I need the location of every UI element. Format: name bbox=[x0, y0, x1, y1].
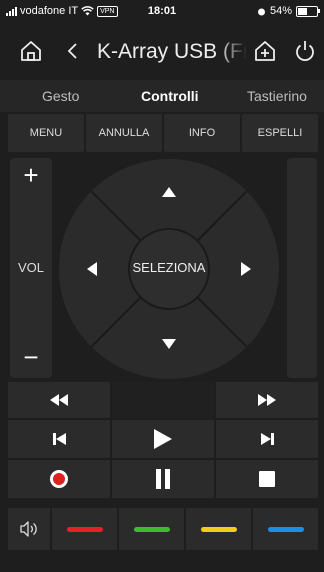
fast-forward-button[interactable] bbox=[216, 382, 318, 418]
volume-up-button[interactable]: + bbox=[10, 162, 52, 188]
skip-next-icon bbox=[260, 433, 274, 445]
red-color-bar bbox=[66, 526, 103, 532]
menu-row: MENU ANNULLA INFO ESPELLI bbox=[8, 114, 318, 152]
device-title[interactable]: K-Array USB (Fro bbox=[97, 40, 247, 64]
dpad-right-button[interactable] bbox=[225, 218, 280, 320]
status-right: 54% bbox=[257, 5, 320, 17]
rewind-icon bbox=[50, 394, 68, 406]
previous-button[interactable] bbox=[8, 420, 110, 458]
empty-slot bbox=[112, 382, 214, 418]
stop-button[interactable] bbox=[216, 460, 318, 498]
tab-tastierino[interactable]: Tastierino bbox=[247, 88, 307, 104]
battery-percent: 54% bbox=[269, 5, 292, 17]
record-button[interactable] bbox=[8, 460, 110, 498]
volume-down-button[interactable]: − bbox=[10, 344, 52, 370]
annulla-button[interactable]: ANNULLA bbox=[86, 114, 162, 152]
skip-previous-icon bbox=[52, 433, 66, 445]
home-icon[interactable] bbox=[16, 36, 46, 66]
alarm-icon bbox=[257, 8, 265, 15]
play-button[interactable] bbox=[112, 420, 214, 458]
power-icon[interactable] bbox=[290, 36, 320, 66]
pause-icon bbox=[156, 469, 170, 489]
dpad-left-button[interactable] bbox=[58, 218, 113, 320]
blue-button[interactable] bbox=[253, 508, 318, 550]
yellow-button[interactable] bbox=[186, 508, 251, 550]
speaker-icon bbox=[20, 521, 37, 537]
record-icon bbox=[50, 470, 68, 488]
menu-button[interactable]: MENU bbox=[8, 114, 84, 152]
select-button[interactable] bbox=[130, 230, 208, 308]
rewind-button[interactable] bbox=[8, 382, 110, 418]
transport-grid bbox=[8, 382, 318, 500]
volume-label: VOL bbox=[17, 260, 44, 275]
fast-forward-icon bbox=[258, 394, 276, 406]
tab-gesto[interactable]: Gesto bbox=[42, 88, 79, 104]
add-device-icon[interactable] bbox=[250, 36, 280, 66]
battery-icon bbox=[296, 5, 320, 17]
red-button[interactable] bbox=[52, 508, 117, 550]
tab-controlli[interactable]: Controlli bbox=[141, 88, 199, 104]
chevron-left-icon[interactable] bbox=[58, 36, 88, 66]
info-button[interactable]: INFO bbox=[164, 114, 240, 152]
yellow-color-bar bbox=[200, 526, 237, 532]
channel-panel[interactable] bbox=[287, 158, 317, 378]
green-color-bar bbox=[133, 526, 170, 532]
pause-button[interactable] bbox=[112, 460, 214, 498]
blue-color-bar bbox=[267, 526, 304, 532]
dpad-down-button[interactable] bbox=[118, 325, 220, 380]
tab-bar: Gesto Controlli Tastierino bbox=[0, 80, 324, 112]
play-icon bbox=[154, 429, 172, 449]
dpad-up-button[interactable] bbox=[118, 158, 220, 213]
green-button[interactable] bbox=[119, 508, 184, 550]
dpad: SELEZIONA bbox=[58, 158, 280, 380]
bottom-row bbox=[8, 508, 318, 550]
espelli-button[interactable]: ESPELLI bbox=[242, 114, 318, 152]
next-button[interactable] bbox=[216, 420, 318, 458]
volume-rocker: + VOL − bbox=[10, 158, 52, 378]
status-bar: vodafone IT VPN 18:01 54% bbox=[0, 0, 324, 22]
sound-button[interactable] bbox=[8, 508, 50, 550]
stop-icon bbox=[259, 471, 275, 487]
header: K-Array USB (Fro bbox=[0, 28, 324, 76]
